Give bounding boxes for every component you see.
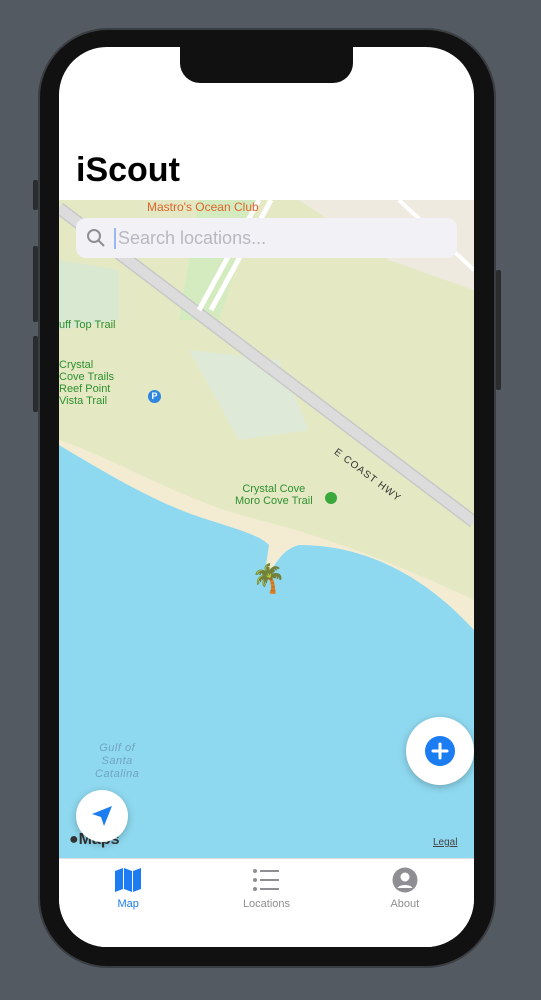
location-pin[interactable]: 🌴 <box>251 562 286 595</box>
page-title: iScout <box>76 151 180 189</box>
parking-icon[interactable]: P <box>148 390 161 403</box>
search-icon <box>87 229 105 247</box>
tab-bar: Map Locations About <box>59 858 474 947</box>
current-location-button[interactable] <box>76 790 128 842</box>
volume-up-button <box>33 246 38 322</box>
power-button <box>496 270 501 390</box>
volume-down-button <box>33 336 38 412</box>
legal-link[interactable]: Legal <box>433 837 457 848</box>
mute-switch <box>33 180 38 210</box>
add-location-button[interactable] <box>406 717 474 785</box>
tab-about[interactable]: About <box>336 859 474 947</box>
tab-locations[interactable]: Locations <box>197 859 335 947</box>
tab-label: Locations <box>242 898 291 910</box>
screen: iScout Mastro's Ocean Club uff Top Trail… <box>59 47 474 947</box>
apple-logo-icon: ● <box>69 831 79 848</box>
tab-label: Map <box>117 898 139 910</box>
location-arrow-icon <box>92 806 112 826</box>
search-bar[interactable] <box>76 218 457 258</box>
plus-circle-icon <box>425 736 455 766</box>
restaurant-label[interactable]: Mastro's Ocean Club <box>147 201 259 213</box>
water-label: Gulf of Santa Catalina <box>95 742 140 780</box>
trail-label-bluff[interactable]: uff Top Trail <box>59 319 115 331</box>
tab-label: About <box>390 898 420 910</box>
trail-label-moro[interactable]: Crystal Cove Moro Cove Trail <box>235 483 313 507</box>
trail-icon <box>325 492 337 504</box>
map-icon <box>115 868 142 892</box>
search-input[interactable] <box>114 227 434 249</box>
person-circle-icon <box>392 867 418 893</box>
tab-map[interactable]: Map <box>59 859 197 947</box>
trail-label-crystal[interactable]: Crystal Cove Trails Reef Point Vista Tra… <box>59 359 114 407</box>
list-icon <box>253 869 280 891</box>
notch <box>180 47 353 83</box>
